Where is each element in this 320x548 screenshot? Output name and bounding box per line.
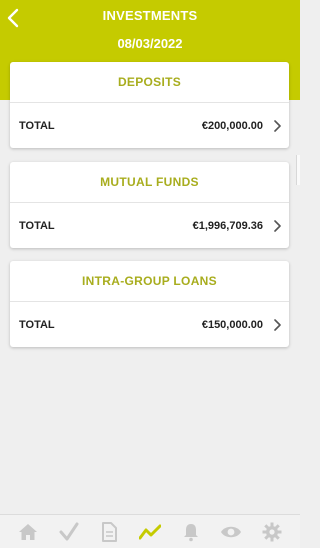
tab-settings[interactable] xyxy=(259,519,285,545)
tab-view[interactable] xyxy=(218,519,244,545)
total-value: €200,000.00 xyxy=(201,119,263,132)
mutual-funds-total-row[interactable]: TOTAL €1,996,709.36 xyxy=(10,203,289,248)
tab-home[interactable] xyxy=(15,519,41,545)
trend-icon xyxy=(138,524,161,539)
tab-notifications[interactable] xyxy=(178,519,204,545)
mutual-funds-card: MUTUAL FUNDS TOTAL €1,996,709.36 xyxy=(10,162,289,248)
card-title: MUTUAL FUNDS xyxy=(10,162,289,203)
bell-icon xyxy=(183,523,198,541)
deposits-card: DEPOSITS TOTAL €200,000.00 xyxy=(10,62,289,148)
total-label: TOTAL xyxy=(19,318,55,331)
tab-documents[interactable] xyxy=(96,519,122,545)
chevron-right-icon xyxy=(273,119,281,132)
total-value: €150,000.00 xyxy=(201,318,263,331)
chevron-right-icon xyxy=(273,219,281,232)
bottom-tab-bar xyxy=(0,514,300,548)
next-card-edge xyxy=(296,155,300,185)
card-title: INTRA-GROUP LOANS xyxy=(10,261,289,302)
card-title: DEPOSITS xyxy=(10,62,289,103)
home-icon xyxy=(19,523,38,540)
checkmark-icon xyxy=(59,522,79,540)
page-title: INVESTMENTS xyxy=(102,8,198,23)
chevron-right-icon xyxy=(273,318,281,331)
total-label: TOTAL xyxy=(19,219,55,232)
document-icon xyxy=(102,521,118,542)
intra-group-loans-card: INTRA-GROUP LOANS TOTAL €150,000.00 xyxy=(10,261,289,347)
eye-icon xyxy=(221,526,242,537)
deposits-total-row[interactable]: TOTAL €200,000.00 xyxy=(10,103,289,148)
intra-group-loans-total-row[interactable]: TOTAL €150,000.00 xyxy=(10,302,289,347)
gear-icon xyxy=(262,522,282,541)
tab-tasks[interactable] xyxy=(56,519,82,545)
page-date: 08/03/2022 xyxy=(117,36,183,51)
tab-investments[interactable] xyxy=(137,519,163,545)
total-label: TOTAL xyxy=(19,119,55,132)
total-value: €1,996,709.36 xyxy=(192,219,263,232)
